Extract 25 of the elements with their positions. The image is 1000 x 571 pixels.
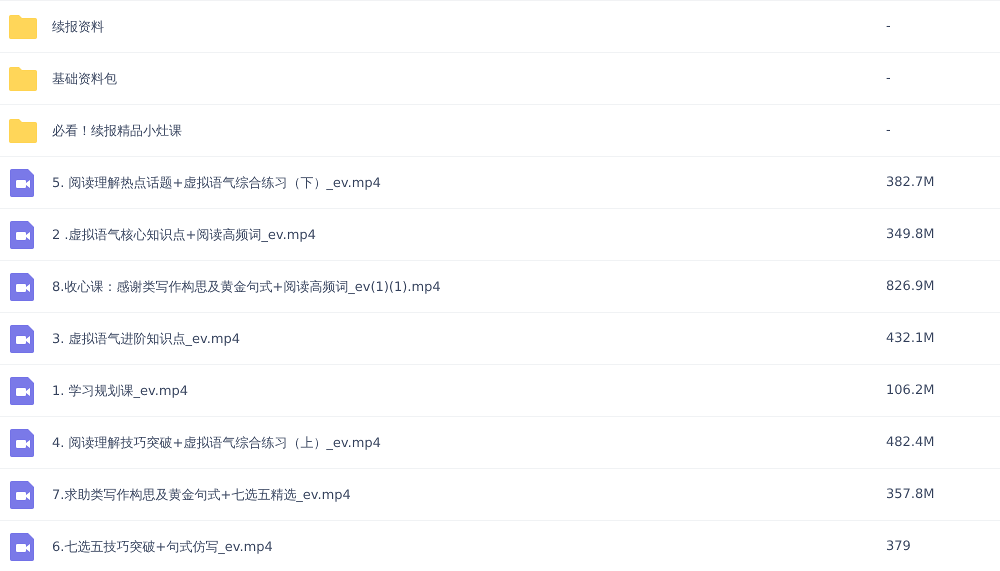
file-size: -	[886, 123, 892, 138]
file-name[interactable]: 8.收心课：感谢类写作构思及黄金句式+阅读高频词_ev(1)(1).mp4	[52, 278, 886, 296]
file-size: -	[886, 19, 892, 34]
file-size: 432.1M	[886, 331, 936, 346]
file-size: 382.7M	[886, 175, 936, 190]
file-name[interactable]: 7.求助类写作构思及黄金句式+七选五精选_ev.mp4	[52, 486, 886, 504]
file-name[interactable]: 基础资料包	[52, 70, 886, 88]
file-size: 106.2M	[886, 383, 936, 398]
file-size: 379	[886, 539, 912, 554]
file-size: -	[886, 71, 892, 86]
file-size: 349.8M	[886, 227, 936, 242]
folder-icon	[8, 116, 38, 144]
file-name[interactable]: 3. 虚拟语气进阶知识点_ev.mp4	[52, 330, 886, 348]
file-name[interactable]: 2 .虚拟语气核心知识点+阅读高频词_ev.mp4	[52, 226, 886, 244]
folder-icon	[8, 12, 38, 40]
file-name[interactable]: 必看！续报精品小灶课	[52, 122, 886, 140]
file-size: 482.4M	[886, 435, 936, 450]
file-name[interactable]: 续报资料	[52, 18, 886, 36]
file-size: 826.9M	[886, 279, 936, 294]
file-name[interactable]: 5. 阅读理解热点话题+虚拟语气综合练习（下）_ev.mp4	[52, 174, 886, 192]
folder-icon	[8, 64, 38, 92]
file-name[interactable]: 6.七选五技巧突破+句式仿写_ev.mp4	[52, 538, 886, 556]
file-name[interactable]: 4. 阅读理解技巧突破+虚拟语气综合练习（上）_ev.mp4	[52, 434, 886, 452]
file-size: 357.8M	[886, 487, 936, 502]
file-name[interactable]: 1. 学习规划课_ev.mp4	[52, 382, 886, 400]
